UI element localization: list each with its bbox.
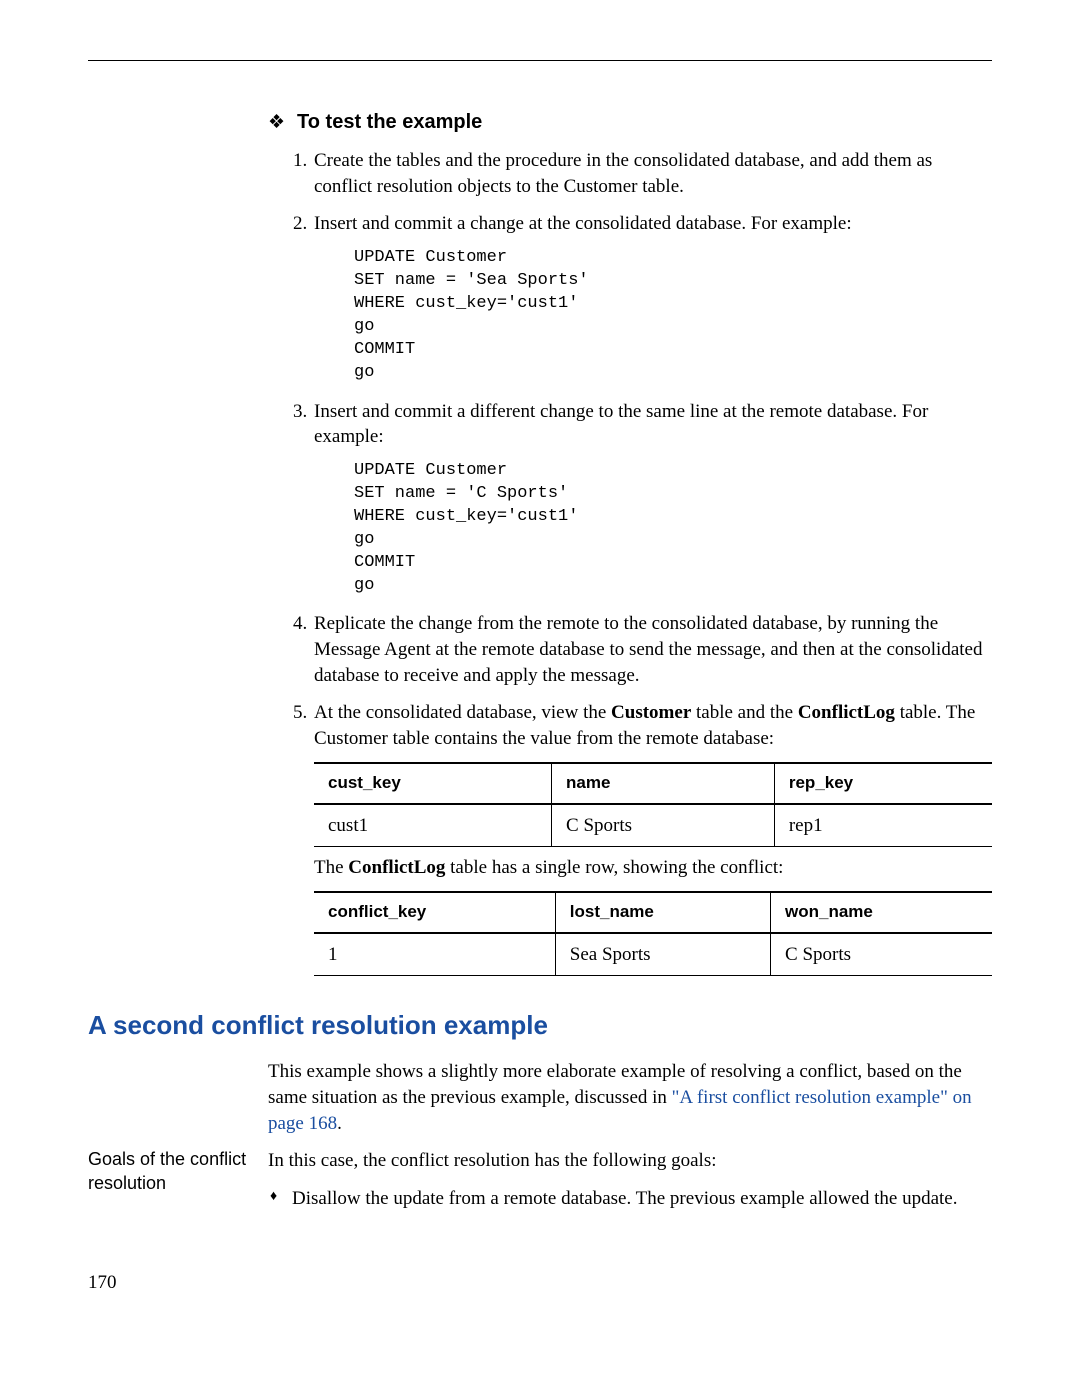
table-row: cust1 C Sports rep1 (314, 804, 992, 847)
conflict-td-1: 1 (314, 933, 555, 976)
step-1: Create the tables and the procedure in t… (312, 148, 992, 199)
section2-intro: This example shows a slightly more elabo… (268, 1059, 992, 1136)
customer-th-2: name (552, 763, 775, 804)
step-5: At the consolidated database, view the C… (312, 700, 992, 976)
table-header-row: cust_key name rep_key (314, 763, 992, 804)
conflict-th-2: lost_name (555, 892, 770, 933)
section-heading-row: ❖ To test the example (268, 111, 992, 134)
conflict-th-1: conflict_key (314, 892, 555, 933)
customer-th-1: cust_key (314, 763, 552, 804)
conflict-td-3: C Sports (771, 933, 992, 976)
customer-th-3: rep_key (774, 763, 992, 804)
table-note-post: table has a single row, showing the conf… (445, 857, 783, 878)
top-rule (88, 60, 992, 61)
section-heading-1: To test the example (297, 111, 482, 134)
customer-td-2: C Sports (552, 804, 775, 847)
table-note-bold: ConflictLog (348, 857, 445, 878)
step-2-text: Insert and commit a change at the consol… (314, 213, 852, 234)
table-note: The ConflictLog table has a single row, … (314, 855, 992, 881)
step-3: Insert and commit a different change to … (312, 399, 992, 598)
step-5-mid: table and the (691, 702, 798, 723)
step-2: Insert and commit a change at the consol… (312, 211, 992, 384)
section2-intro-post: . (337, 1113, 342, 1134)
page-number: 170 (88, 1272, 992, 1294)
goal-item-1: Disallow the update from a remote databa… (268, 1186, 992, 1212)
table-header-row: conflict_key lost_name won_name (314, 892, 992, 933)
customer-td-3: rep1 (774, 804, 992, 847)
goal-1-text: Disallow the update from a remote databa… (292, 1188, 957, 1209)
conflictlog-table: conflict_key lost_name won_name 1 Sea Sp… (314, 891, 992, 977)
code-block-1: UPDATE Customer SET name = 'Sea Sports' … (354, 247, 992, 385)
code-block-2: UPDATE Customer SET name = 'C Sports' WH… (354, 460, 992, 598)
step-4-text: Replicate the change from the remote to … (314, 613, 982, 685)
step-5-bold-1: Customer (611, 702, 691, 723)
step-5-pre: At the consolidated database, view the (314, 702, 611, 723)
step-3-text: Insert and commit a different change to … (314, 401, 928, 448)
table-note-pre: The (314, 857, 348, 878)
goals-intro: In this case, the conflict resolution ha… (268, 1148, 992, 1174)
conflict-td-2: Sea Sports (555, 933, 770, 976)
table-row: 1 Sea Sports C Sports (314, 933, 992, 976)
step-5-bold-2: ConflictLog (798, 702, 895, 723)
customer-table: cust_key name rep_key cust1 C Sports rep… (314, 762, 992, 848)
conflict-th-3: won_name (771, 892, 992, 933)
step-4: Replicate the change from the remote to … (312, 611, 992, 688)
steps-list: Create the tables and the procedure in t… (268, 148, 992, 976)
margin-note-goals: Goals of the conflict resolution (88, 1148, 268, 1195)
goals-list: Disallow the update from a remote databa… (268, 1186, 992, 1212)
customer-td-1: cust1 (314, 804, 552, 847)
step-1-text: Create the tables and the procedure in t… (314, 150, 932, 197)
diamond-icon: ❖ (268, 111, 285, 134)
section-heading-2: A second conflict resolution example (88, 1010, 992, 1041)
